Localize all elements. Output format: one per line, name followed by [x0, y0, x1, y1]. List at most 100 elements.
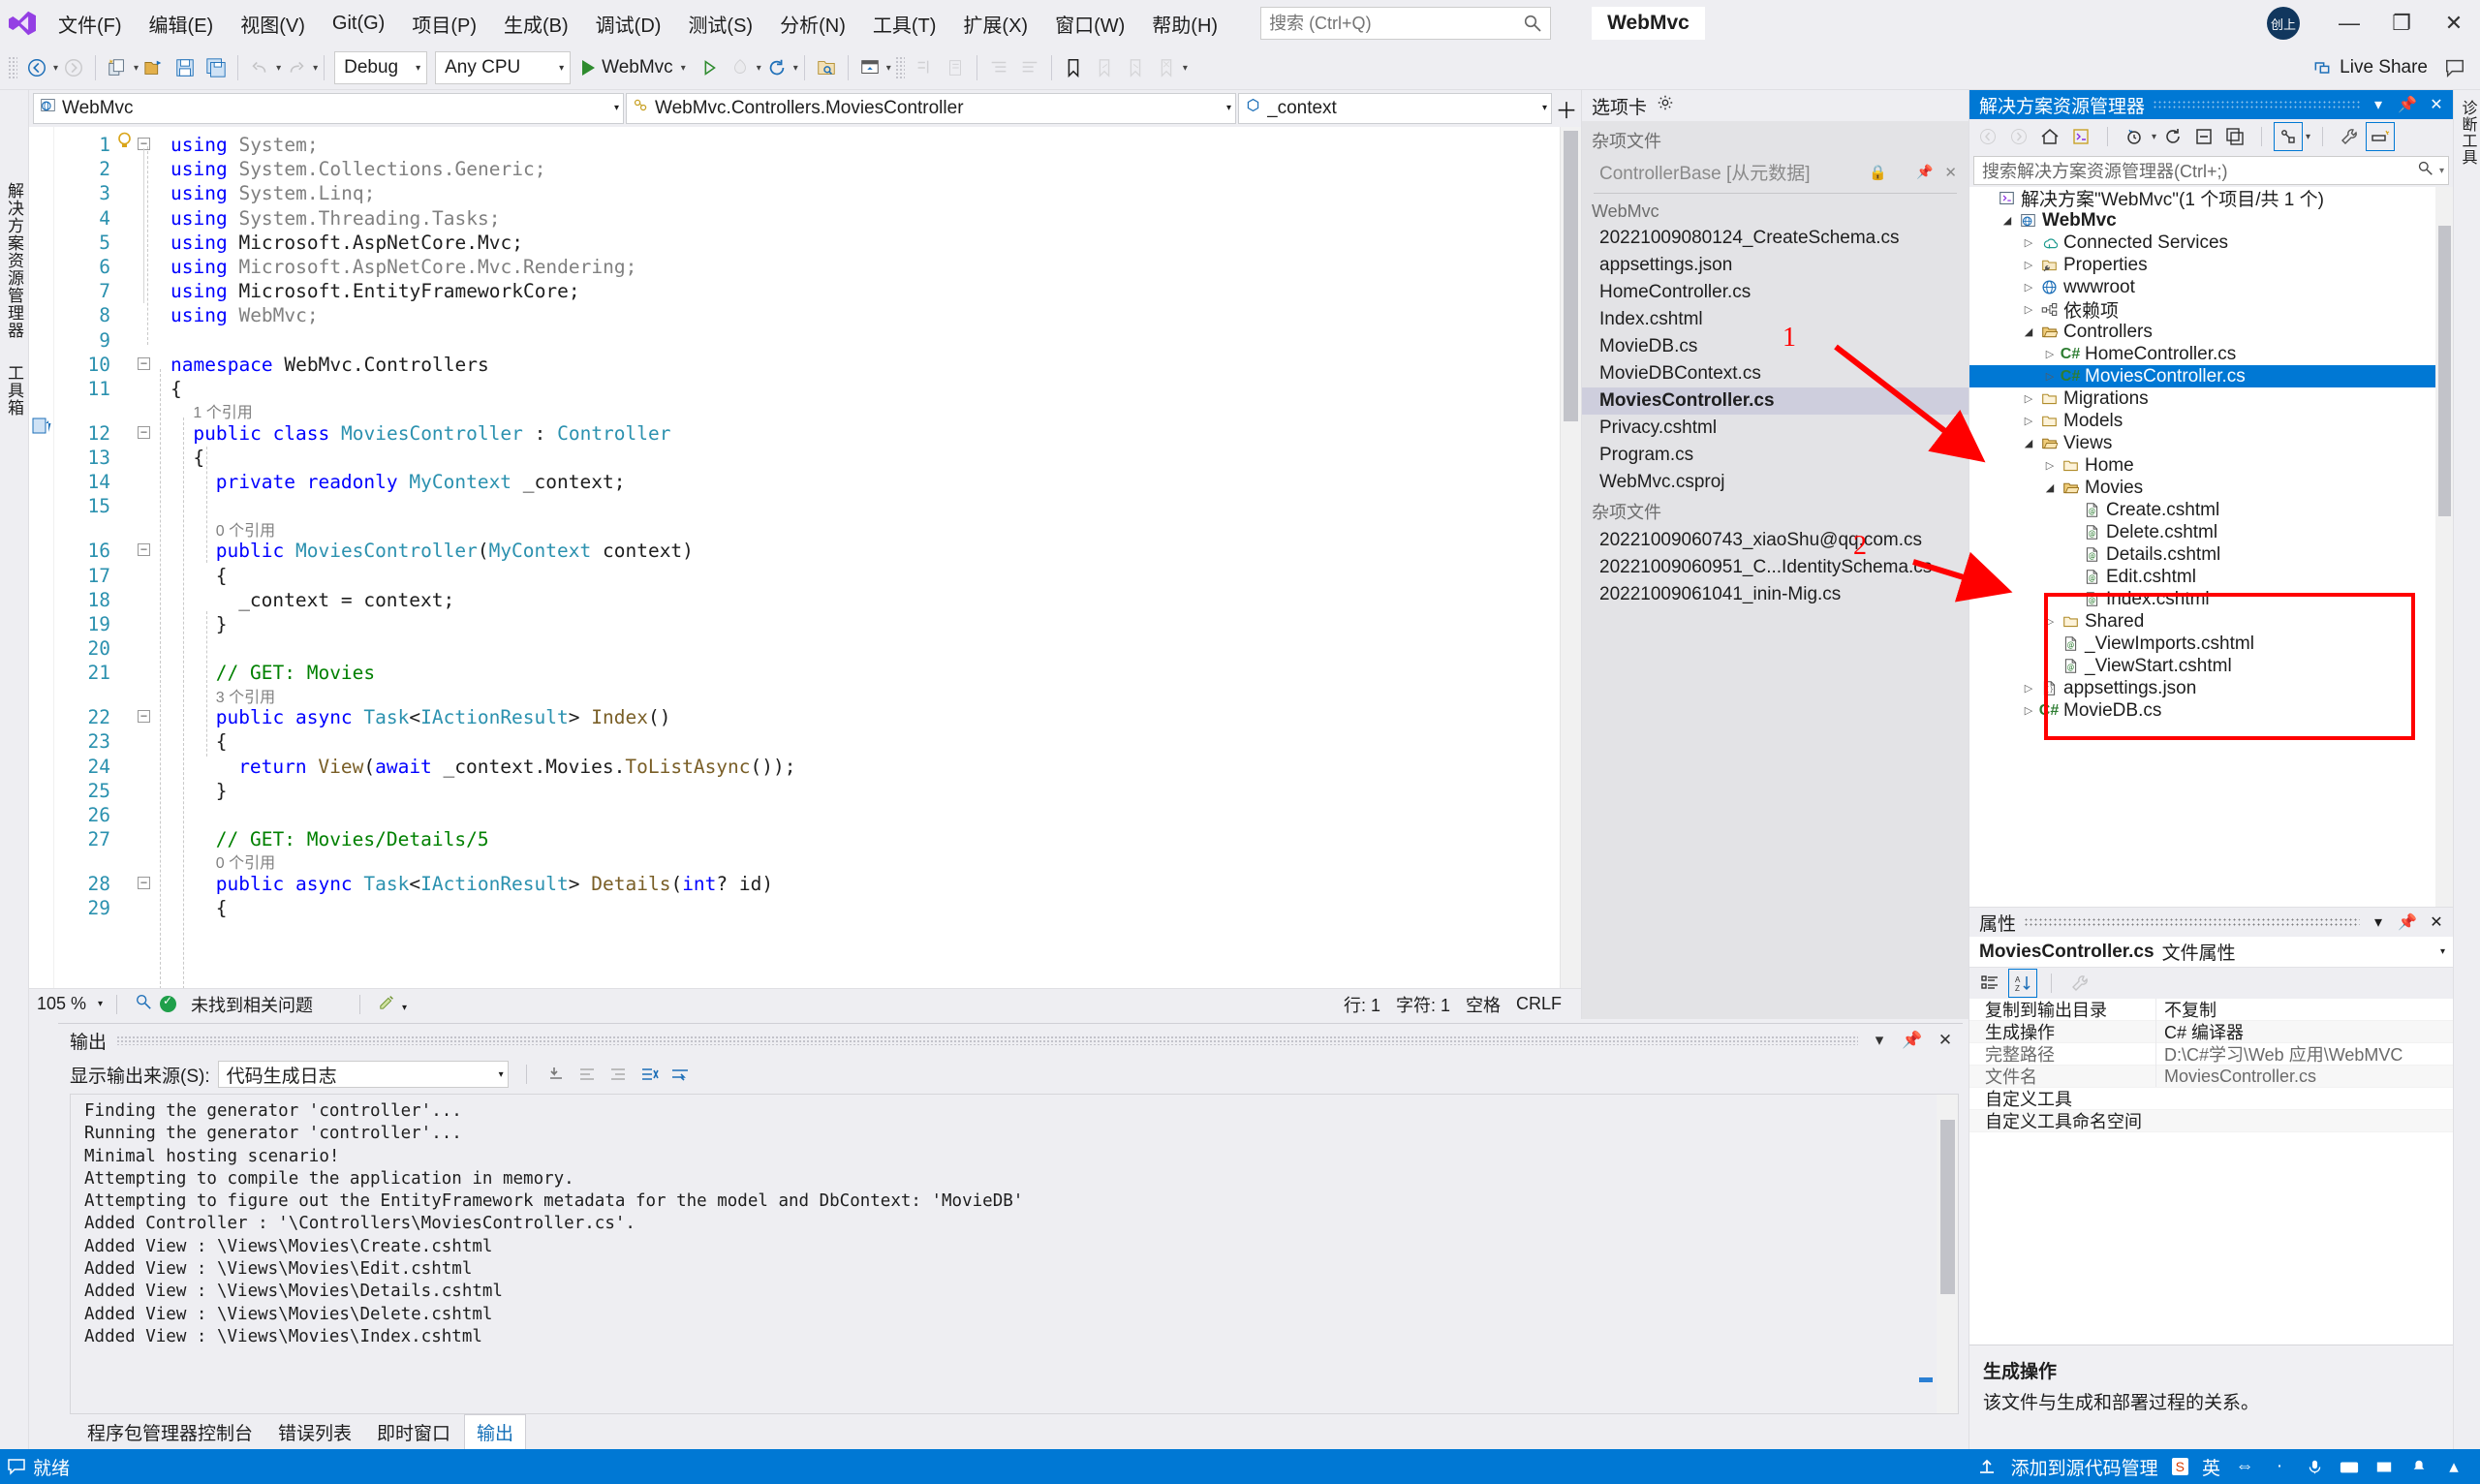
expander-closed-icon[interactable]: ▷: [2020, 415, 2037, 427]
fold-toggle[interactable]: −: [138, 543, 150, 557]
open-folder-icon[interactable]: [139, 49, 170, 86]
close-icon[interactable]: ✕: [2426, 912, 2447, 932]
dot-icon[interactable]: ·: [2269, 1456, 2290, 1477]
close-icon[interactable]: ✕: [2426, 95, 2447, 114]
expander-closed-icon[interactable]: ▷: [2041, 348, 2059, 360]
code-line[interactable]: using System.Linq;: [170, 181, 375, 205]
property-value[interactable]: D:\C#学习\Web 应用\WebMVC: [2155, 1041, 2453, 1067]
tree-item[interactable]: ▷ 依赖项: [1969, 298, 2453, 322]
solution-explorer-search[interactable]: 搜索解决方案资源管理器(Ctrl+;) ▾: [1973, 156, 2449, 185]
start-debugging-button[interactable]: WebMvc ▾: [574, 49, 694, 86]
close-icon[interactable]: ✕: [1944, 164, 1957, 181]
code-line[interactable]: {: [216, 896, 228, 920]
gear-icon[interactable]: [1657, 94, 1674, 117]
expander-open-icon[interactable]: ◢: [2041, 481, 2059, 494]
tree-item[interactable]: ▷ C# MovieDB.cs: [1969, 699, 2453, 722]
ime-badge[interactable]: S: [2171, 1458, 2188, 1475]
menu-file[interactable]: 文件(F): [45, 4, 136, 44]
expander-closed-icon[interactable]: ▷: [2020, 259, 2037, 271]
bookmark-overflow-caret[interactable]: ▾: [1183, 63, 1188, 74]
minimize-button[interactable]: —: [2323, 1, 2375, 46]
expander-closed-icon[interactable]: ▷: [2020, 303, 2037, 316]
lightbulb-icon[interactable]: [116, 132, 133, 156]
output-dock-tab[interactable]: 错误列表: [266, 1415, 363, 1449]
alphabetical-icon[interactable]: AZ: [2008, 969, 2037, 998]
property-value[interactable]: MoviesController.cs: [2155, 1066, 2453, 1087]
fold-toggle[interactable]: −: [138, 710, 150, 724]
code-line[interactable]: using System.Threading.Tasks;: [170, 206, 500, 231]
code-line[interactable]: }: [216, 612, 228, 636]
solution-explorer-drag-dots[interactable]: [2153, 100, 2360, 109]
pin-icon[interactable]: 📌: [2397, 95, 2418, 114]
half-width-icon[interactable]: ⇔: [2234, 1456, 2255, 1477]
tree-item[interactable]: @ _ViewImports.cshtml: [1969, 633, 2453, 655]
collapse-all-icon[interactable]: [2189, 122, 2218, 151]
forward-arrow-icon[interactable]: [2004, 122, 2033, 151]
tab-list-item[interactable]: Index.cshtml: [1582, 306, 1968, 333]
tree-item[interactable]: ◢ Views: [1969, 432, 2453, 454]
clear-all-icon[interactable]: [544, 1063, 568, 1086]
tree-item[interactable]: ▷ C# HomeController.cs: [1969, 343, 2453, 365]
vertical-tab-toolbox[interactable]: 工具箱: [2, 364, 26, 417]
hot-reload-icon[interactable]: [725, 49, 756, 86]
expander-closed-icon[interactable]: ▷: [2041, 615, 2059, 628]
menu-view[interactable]: 视图(V): [227, 4, 319, 44]
expander-closed-icon[interactable]: ▷: [2020, 281, 2037, 294]
refresh-icon[interactable]: [2158, 122, 2187, 151]
preview-selected-items-icon[interactable]: [2366, 122, 2396, 151]
code-line[interactable]: {: [170, 377, 182, 401]
tree-item[interactable]: @ Edit.cshtml: [1969, 566, 2453, 588]
code-line[interactable]: public async Task<IActionResult> Details…: [216, 872, 773, 896]
tab-list-item[interactable]: MoviesController.cs: [1582, 387, 1968, 415]
tree-item[interactable]: ▷ Migrations: [1969, 387, 2453, 410]
code-line[interactable]: {: [216, 564, 228, 588]
pending-changes-icon[interactable]: [2120, 122, 2149, 151]
code-line[interactable]: using WebMvc;: [170, 303, 319, 327]
navbar-member-combo[interactable]: _context ▾: [1238, 92, 1552, 124]
redo-icon[interactable]: [281, 49, 312, 86]
tray-icon[interactable]: [2373, 1456, 2395, 1477]
platform-combo[interactable]: Any CPU ▾: [435, 51, 572, 84]
solution-view-icon[interactable]: [2066, 122, 2095, 151]
editor-scroll-thumb[interactable]: [1564, 131, 1578, 421]
output-dock-tab[interactable]: 即时窗口: [365, 1415, 462, 1449]
menu-help[interactable]: 帮助(H): [1138, 4, 1231, 44]
code-line[interactable]: using Microsoft.AspNetCore.Mvc;: [170, 231, 523, 255]
back-arrow-icon[interactable]: [21, 49, 52, 86]
menu-git[interactable]: Git(G): [319, 7, 398, 41]
menu-extensions[interactable]: 扩展(X): [949, 4, 1041, 44]
restart-icon[interactable]: [761, 49, 792, 86]
tab-list-item[interactable]: 20221009080124_CreateSchema.cs: [1582, 225, 1968, 252]
live-share-button[interactable]: Live Share: [2301, 57, 2439, 78]
wrap-line-icon[interactable]: [575, 1063, 599, 1086]
tree-item[interactable]: ▷ wwwroot: [1969, 276, 2453, 298]
output-text-area[interactable]: Finding the generator 'controller'... Run…: [70, 1094, 1959, 1414]
properties-drag-dots[interactable]: [2024, 917, 2360, 927]
menu-project[interactable]: 项目(P): [398, 4, 490, 44]
class-diagram-caret[interactable]: ▾: [2306, 132, 2310, 142]
code-line[interactable]: private readonly MyContext _context;: [216, 470, 626, 494]
expander-closed-icon[interactable]: ▷: [2020, 704, 2037, 717]
upload-icon[interactable]: [1976, 1456, 1998, 1477]
output-horizontal-scrollbar[interactable]: [1919, 1377, 1933, 1382]
new-project-icon[interactable]: [102, 49, 133, 86]
code-line[interactable]: namespace WebMvc.Controllers: [170, 353, 489, 377]
toolbar-grip[interactable]: [8, 56, 17, 79]
tab-list-item[interactable]: Program.cs: [1582, 442, 1968, 469]
code-line[interactable]: _context = context;: [238, 588, 454, 612]
property-row[interactable]: 完整路径 D:\C#学习\Web 应用\WebMVC: [1969, 1041, 2453, 1067]
output-dock-tab[interactable]: 输出: [464, 1414, 527, 1449]
comment-selection-icon[interactable]: [983, 49, 1014, 86]
tabs-window-list[interactable]: 杂项文件 ControllerBase [从元数据] 🔒 📌 ✕ WebMvc 202210…: [1582, 121, 1968, 1019]
tree-item[interactable]: @ Create.cshtml: [1969, 499, 2453, 521]
code-line[interactable]: return View(await _context.Movies.ToList…: [238, 755, 795, 779]
code-line[interactable]: using System;: [170, 133, 319, 157]
code-line[interactable]: // GET: Movies: [216, 661, 375, 685]
tree-item[interactable]: @ Index.cshtml: [1969, 588, 2453, 610]
tab-list-item[interactable]: ControllerBase [从元数据] 🔒 📌 ✕: [1582, 156, 1968, 188]
tree-item[interactable]: ◢ Movies: [1969, 477, 2453, 499]
previous-bookmark-icon[interactable]: [1089, 49, 1120, 86]
tree-item[interactable]: 解决方案"WebMvc"(1 个项目/共 1 个): [1969, 187, 2453, 210]
undo-icon[interactable]: [244, 49, 275, 86]
menu-window[interactable]: 窗口(W): [1041, 4, 1138, 44]
